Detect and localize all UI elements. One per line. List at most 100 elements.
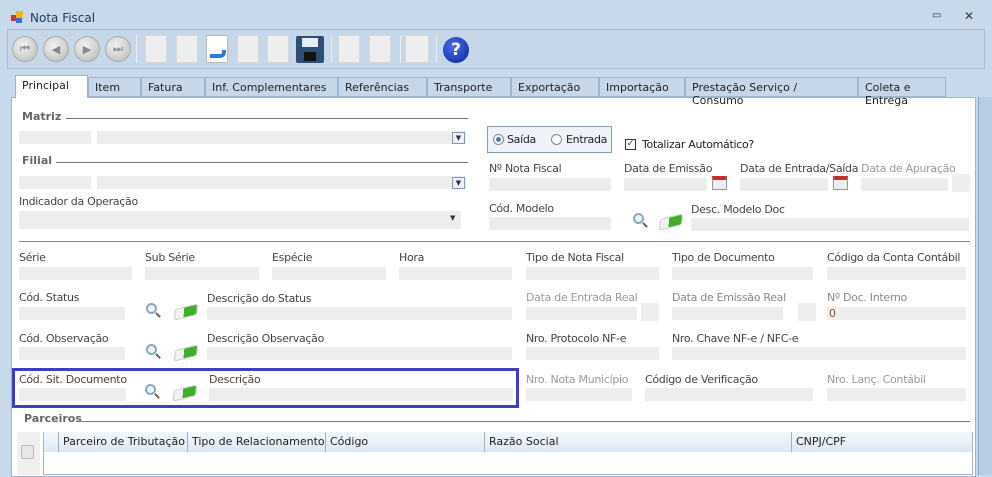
filial-select[interactable] [97,176,466,189]
undo-document-icon[interactable] [206,35,228,63]
cod-modelo-label: Cód. Modelo [489,202,554,215]
totalizar-checkbox[interactable]: ✓ [625,139,636,150]
hora-input[interactable] [399,267,512,280]
tab-prestacao-servico[interactable]: Prestação Serviço / Consumo [685,77,858,107]
grid-col-tipo-relacionamento[interactable]: Tipo de Relacionamento [188,432,326,452]
descricao-input[interactable] [209,388,513,401]
tab-transporte[interactable]: Transporte [427,77,511,97]
tab-fatura[interactable]: Fatura [141,77,205,97]
data-emissao-input[interactable] [624,178,707,191]
lanc-contabil-label: Nro. Lanç. Contábil [827,373,926,386]
grid-col-razao-social[interactable]: Razão Social [485,432,792,452]
entrada-radio[interactable] [551,134,562,145]
first-record-button[interactable]: ⏮ [12,36,38,62]
data-entrada-saida-input[interactable] [740,178,828,191]
grid-col-codigo[interactable]: Código [326,432,485,452]
window-title: Nota Fiscal [30,11,96,25]
totalizar-label: Totalizar Automático? [642,138,754,151]
data-emissao-label: Data de Emissão [624,162,713,175]
search-icon[interactable] [633,213,649,229]
calendar-icon[interactable] [833,176,848,190]
sub-serie-label: Sub Série [145,251,195,264]
lanc-contabil-input[interactable] [827,388,966,401]
tipo-doc-input[interactable] [672,267,813,280]
totals-icon[interactable] [369,35,391,63]
search-icon[interactable] [145,384,161,400]
desc-modelo-input[interactable] [691,218,969,231]
sub-serie-input[interactable] [145,267,259,280]
doc-interno-input[interactable]: 0 [827,307,966,320]
next-record-button[interactable]: ▶ [74,36,100,62]
search-icon[interactable] [146,303,162,319]
report-icon[interactable] [338,35,360,63]
cod-verificacao-input[interactable] [645,388,813,401]
saida-label: Saída [507,133,537,146]
tipo-doc-label: Tipo de Documento [672,251,775,264]
toolbar-separator [400,35,401,63]
calendar-icon[interactable] [798,303,816,321]
matriz-code-input[interactable] [19,131,91,144]
especie-input[interactable] [272,267,386,280]
desc-obs-label: Descrição Observação [207,332,325,345]
entrada-real-input[interactable] [526,307,637,320]
tab-referencias[interactable]: Referências [338,77,427,97]
tipo-nf-input[interactable] [526,267,659,280]
tab-inf-complementares[interactable]: Inf. Complementares [205,77,338,97]
edit-document-icon[interactable] [176,35,198,63]
new-document-icon[interactable] [145,35,167,63]
emissao-real-input[interactable] [672,307,783,320]
especie-label: Espécie [272,251,313,264]
cod-status-input[interactable] [19,307,125,320]
chevron-down-icon[interactable]: ▼ [452,177,465,189]
tab-exportacao[interactable]: Exportação [511,77,599,97]
desc-obs-input[interactable] [207,347,512,360]
calendar-icon[interactable] [952,174,970,192]
minimize-button[interactable]: ▭ [932,10,941,21]
chevron-down-icon[interactable]: ▼ [452,132,465,144]
matriz-section-title: Matriz [22,110,62,123]
calendar-icon[interactable] [641,303,659,321]
last-record-button[interactable]: ⏭ [105,36,131,62]
chave-input[interactable] [672,347,966,360]
protocolo-input[interactable] [526,347,659,360]
nota-fiscal-label: Nº Nota Fiscal [489,162,562,175]
chave-label: Nro. Chave NF-e / NFC-e [672,332,799,345]
save-icon[interactable] [296,36,324,63]
serie-input[interactable] [19,267,132,280]
matriz-select[interactable] [97,131,466,144]
cod-obs-input[interactable] [19,347,125,360]
tab-coleta-entrega[interactable]: Coleta e Entrega [858,77,946,107]
data-apuracao-input[interactable] [861,178,948,191]
forward-document-icon[interactable] [267,35,289,63]
saida-radio[interactable] [493,134,504,145]
tab-principal[interactable]: Principal [15,75,88,98]
protocolo-label: Nro. Protocolo NF-e [526,332,627,345]
indicador-label: Indicador da Operação [19,195,138,208]
chevron-down-icon[interactable]: ▼ [450,214,455,222]
desc-status-input[interactable] [207,307,512,320]
content-panel [11,97,976,477]
nota-municipio-input[interactable] [526,388,632,401]
lock-icon[interactable] [405,35,429,63]
tab-importacao[interactable]: Importação [599,77,685,97]
hora-label: Hora [399,251,425,264]
grid-col-cnpj-cpf[interactable]: CNPJ/CPF [792,432,972,452]
filial-code-input[interactable] [19,176,91,189]
previous-record-button[interactable]: ◀ [43,36,69,62]
delete-document-icon[interactable] [237,35,259,63]
search-icon[interactable] [146,344,162,360]
help-icon[interactable]: ? [443,37,469,63]
indicador-select[interactable] [19,211,461,229]
nota-fiscal-input[interactable] [489,178,611,191]
scrollbar[interactable] [978,97,992,475]
add-row-icon[interactable] [21,445,34,459]
cod-sit-input[interactable] [19,388,126,401]
calendar-icon[interactable] [712,176,727,190]
grid-col-parceiro[interactable]: Parceiro de Tributação [59,432,188,452]
cod-modelo-input[interactable] [489,217,611,230]
emissao-real-label: Data de Emissão Real [672,291,786,304]
conta-contabil-input[interactable] [827,267,966,280]
tab-item[interactable]: Item [88,77,141,97]
close-button[interactable]: ✕ [964,9,974,23]
cod-obs-label: Cód. Observação [19,332,109,345]
